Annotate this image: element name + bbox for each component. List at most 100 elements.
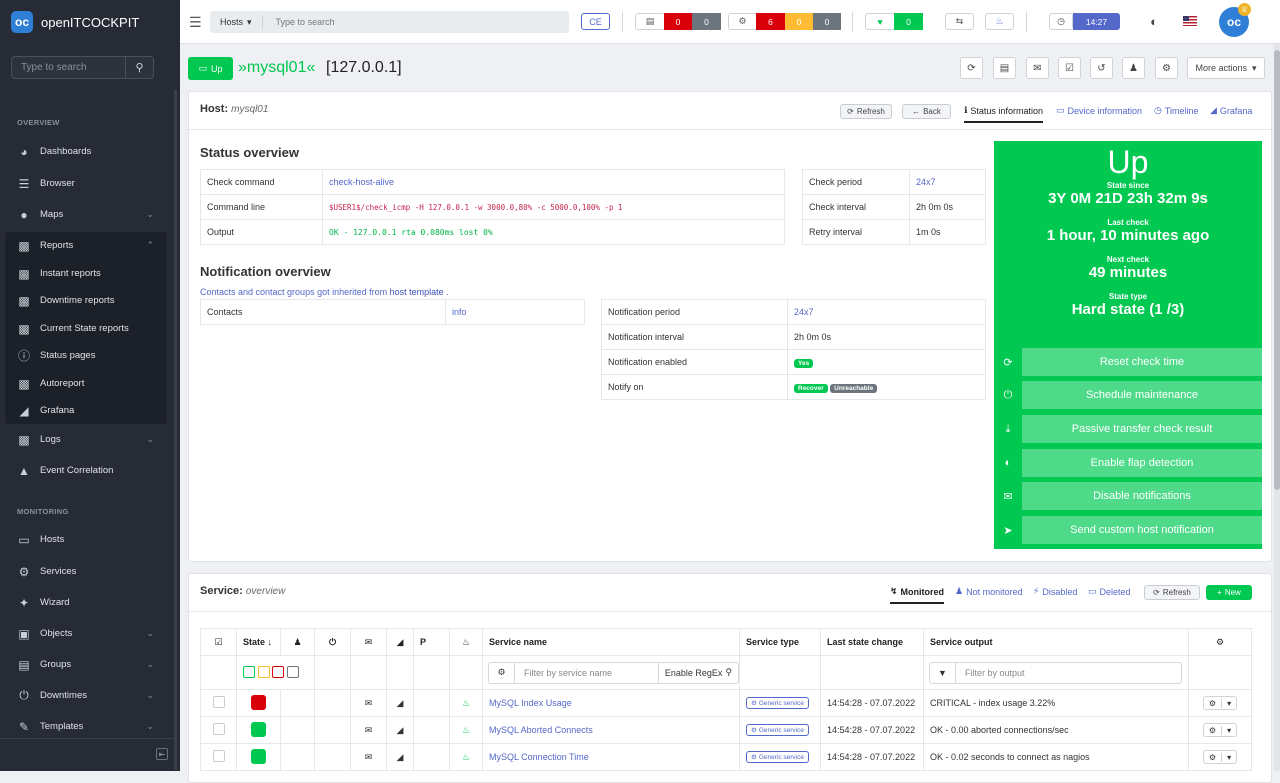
table-row[interactable]: ✉ ◢ ♨ MySQL Connection Time ⚙ Generic ser… <box>200 743 1252 771</box>
service-refresh-button[interactable]: ⟳ Refresh <box>1144 585 1200 600</box>
sidebar-item-instant-reports[interactable]: ▩ Instant reports <box>8 260 166 287</box>
sidebar-item-objects[interactable]: ▣ Objects ⌄ <box>8 620 166 647</box>
gear-icon[interactable]: ⚙ <box>1155 57 1178 79</box>
tab-deleted[interactable]: ▭ Deleted <box>1088 586 1131 597</box>
fire-icon[interactable]: ♨ <box>985 13 1014 30</box>
service-name-link[interactable]: MySQL Aborted Connects <box>489 725 593 735</box>
service-output-column-header[interactable]: Service output <box>923 628 1189 656</box>
tab-timeline[interactable]: ◷ Timeline <box>1154 105 1199 116</box>
sidebar-item-reports[interactable]: ▩ Reports ⌃ <box>8 232 166 259</box>
sidebar-item-downtimes[interactable]: ⏻ Downtimes ⌄ <box>8 682 166 709</box>
brand[interactable]: oc openITCOCKPIT <box>0 0 180 44</box>
last-state-change-column-header[interactable]: Last state change <box>820 628 924 656</box>
row-actions-button[interactable]: ⚙ ▾ <box>1202 723 1238 737</box>
heart-count[interactable]: 0 <box>894 13 923 30</box>
contact-link[interactable]: info <box>452 307 467 317</box>
theme-toggle-icon[interactable]: ◐ <box>1146 13 1162 29</box>
host-state-button[interactable]: ▭ Up <box>188 57 233 80</box>
hosts-unreachable-count[interactable]: 0 <box>692 13 721 30</box>
services-warning-count[interactable]: 0 <box>785 13 813 30</box>
refresh-button[interactable]: ⟳ Refresh <box>840 104 892 119</box>
row-checkbox[interactable] <box>212 696 225 708</box>
history-icon[interactable]: ↺ <box>1090 57 1113 79</box>
top-search-input[interactable]: Type to search <box>263 17 335 27</box>
check-period-link[interactable]: 24x7 <box>916 177 936 187</box>
hosts-status-icon[interactable]: ▤ <box>635 13 665 30</box>
services-status-icon[interactable]: ⚙ <box>728 13 757 30</box>
filter-critical-checkbox[interactable] <box>272 665 285 678</box>
check-command-link[interactable]: check-host-alive <box>329 177 394 187</box>
collapse-sidebar-icon[interactable]: ⇤ <box>156 748 168 760</box>
services-critical-count[interactable]: 6 <box>756 13 785 30</box>
tab-grafana[interactable]: ◢ Grafana <box>1210 105 1252 116</box>
sidebar-item-downtime-reports[interactable]: ▩ Downtime reports <box>8 287 166 314</box>
enable-flap-detection-button[interactable]: ◐ Enable flap detection <box>994 449 1262 477</box>
gear-icon[interactable]: ⚙ <box>489 662 515 683</box>
state-column-header[interactable]: State ↓ <box>236 628 281 656</box>
sidebar-item-services[interactable]: ⚙ Services <box>8 558 166 585</box>
passive-transfer-button[interactable]: ⤓ Passive transfer check result <box>994 415 1262 443</box>
sidebar-item-wizard[interactable]: ✦ Wizard <box>8 589 166 616</box>
enable-regex-toggle[interactable]: Enable RegEx ⚲ <box>657 662 738 683</box>
user-icon[interactable]: ♟ <box>1122 57 1145 79</box>
gear-icon[interactable]: ⚙ <box>1188 628 1252 656</box>
tab-monitored[interactable]: ↯ Monitored <box>890 586 945 604</box>
sidebar-item-current-state-reports[interactable]: ▩ Current State reports <box>8 315 166 342</box>
sidebar-search-input[interactable]: Type to search <box>12 62 125 73</box>
select-all-checkbox[interactable]: ☑ <box>200 628 237 656</box>
sidebar-item-groups[interactable]: ▤ Groups ⌄ <box>8 651 166 678</box>
heart-icon[interactable]: ♥ <box>865 13 895 30</box>
back-button[interactable]: ← Back <box>902 104 951 119</box>
search-icon[interactable]: ⚲ <box>125 57 153 78</box>
reschedule-icon[interactable]: ⟳ <box>960 57 983 79</box>
envelope-icon[interactable]: ✉ <box>1026 57 1049 79</box>
table-row[interactable]: ✉ ◢ ♨ MySQL Aborted Connects ⚙ Generic se… <box>200 716 1252 744</box>
sidebar-item-hosts[interactable]: ▭ Hosts <box>8 526 166 553</box>
tab-device-information[interactable]: ▭ Device information <box>1056 105 1142 116</box>
flag-us-icon[interactable] <box>1183 16 1197 26</box>
host-template-link[interactable]: host template <box>390 287 444 297</box>
reset-check-time-button[interactable]: ⟳ Reset check time <box>994 348 1262 376</box>
row-checkbox[interactable] <box>212 723 225 735</box>
filter-unknown-checkbox[interactable] <box>286 665 299 678</box>
check-square-icon[interactable]: ☑ <box>1058 57 1081 79</box>
row-actions-button[interactable]: ⚙ ▾ <box>1202 696 1238 710</box>
tab-status-information[interactable]: ℹ Status information <box>964 105 1043 123</box>
output-filter-input[interactable]: Filter by output <box>956 668 1181 678</box>
sidebar-item-logs[interactable]: ▩ Logs ⌄ <box>8 426 166 453</box>
sidebar-item-event-correlation[interactable]: ▲ Event Correlation <box>8 457 166 484</box>
exchange-icon[interactable]: ⇆ <box>945 13 974 30</box>
tab-not-monitored[interactable]: ♟ Not monitored <box>955 586 1023 597</box>
service-name-link[interactable]: MySQL Index Usage <box>489 698 572 708</box>
service-name-filter-input[interactable]: Filter by service name <box>515 668 658 678</box>
sidebar-item-grafana[interactable]: ◢ Grafana <box>8 397 166 424</box>
notification-period-link[interactable]: 24x7 <box>794 307 814 317</box>
services-unknown-count[interactable]: 0 <box>813 13 841 30</box>
page-scrollbar[interactable] <box>1274 44 1280 771</box>
sidebar-search[interactable]: Type to search ⚲ <box>11 56 154 79</box>
save-icon[interactable]: ▤ <box>993 57 1016 79</box>
top-search[interactable]: Hosts ▾ Type to search <box>210 11 569 33</box>
schedule-maintenance-button[interactable]: ⏻ Schedule maintenance <box>994 381 1262 409</box>
filter-warning-checkbox[interactable] <box>257 665 270 678</box>
service-type-column-header[interactable]: Service type <box>739 628 821 656</box>
service-name-link[interactable]: MySQL Connection Time <box>489 752 589 762</box>
sidebar-item-autoreport[interactable]: ▩ Autoreport <box>8 370 166 397</box>
hosts-down-count[interactable]: 0 <box>664 13 692 30</box>
send-custom-notification-button[interactable]: ➤ Send custom host notification <box>994 516 1262 544</box>
sidebar-item-templates[interactable]: ✎ Templates ⌄ <box>8 713 166 740</box>
service-name-column-header[interactable]: Service name <box>482 628 740 656</box>
menu-toggle-icon[interactable]: ☰ <box>189 14 202 31</box>
new-service-button[interactable]: + New <box>1206 585 1252 600</box>
table-row[interactable]: ✉ ◢ ♨ MySQL Index Usage ⚙ Generic service… <box>200 689 1252 717</box>
sidebar-scrollbar[interactable] <box>174 90 177 770</box>
filter-ok-checkbox[interactable] <box>243 665 255 678</box>
search-type-select[interactable]: Hosts ▾ <box>210 15 263 29</box>
more-actions-button[interactable]: More actions ▾ <box>1187 57 1265 79</box>
sidebar-item-browser[interactable]: ☰ Browser <box>8 170 166 197</box>
tab-disabled[interactable]: ⚡ Disabled <box>1033 586 1077 597</box>
disable-notifications-button[interactable]: ✉ Disable notifications <box>994 482 1262 510</box>
sidebar-item-maps[interactable]: ● Maps ⌄ <box>8 201 166 228</box>
row-checkbox[interactable] <box>212 750 225 762</box>
row-actions-button[interactable]: ⚙ ▾ <box>1202 750 1238 764</box>
